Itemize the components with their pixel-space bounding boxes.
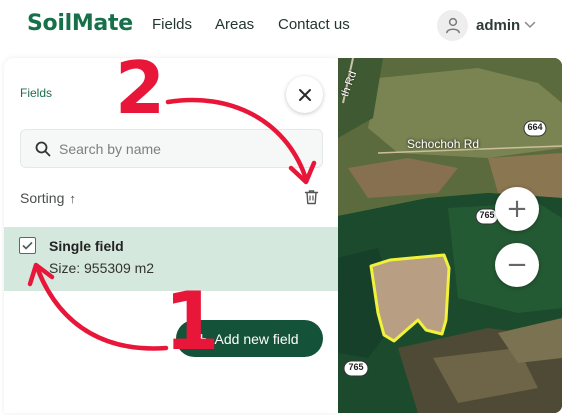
zoom-out-button[interactable]: − [495,243,539,287]
trash-icon [304,190,319,205]
add-new-field-label: Add new field [214,330,299,347]
sort-arrow-icon: ↑ [69,190,76,206]
search-box[interactable] [20,129,323,168]
annotation-step-2: 2 [115,46,166,130]
nav-areas[interactable]: Areas [215,16,254,33]
sorting-control[interactable]: Sorting ↑ [20,190,76,206]
search-input[interactable] [59,140,299,157]
field-size: Size: 955309 m2 [49,260,155,276]
search-icon [35,141,51,157]
chevron-down-icon [524,21,536,29]
check-icon [22,241,33,250]
sorting-label: Sorting [20,190,65,206]
map-label-route-765-bottom: 765 [348,362,364,372]
satellite-map[interactable]: th Rd Schochoh Rd 664 765 765 [338,58,562,413]
panel-title: Fields [20,86,53,100]
field-checkbox[interactable] [19,237,36,254]
zoom-in-button[interactable]: + [495,187,539,231]
map-label-road-name: Schochoh Rd [407,137,480,151]
close-icon [298,88,311,101]
nav-fields[interactable]: Fields [152,16,192,33]
nav-contact-us[interactable]: Contact us [278,16,350,33]
close-button[interactable] [286,76,323,113]
logo[interactable]: SoilMate [27,11,133,36]
app-header: SoilMate Fields Areas Contact us admin [0,0,566,52]
annotation-step-1: 1 [164,275,220,368]
username: admin [476,16,521,34]
map-label-route-664: 664 [527,122,543,132]
delete-button[interactable] [304,189,319,205]
user-menu[interactable]: admin [437,9,536,41]
field-name: Single field [49,238,124,254]
map-imagery [338,58,562,413]
user-icon [437,9,468,41]
